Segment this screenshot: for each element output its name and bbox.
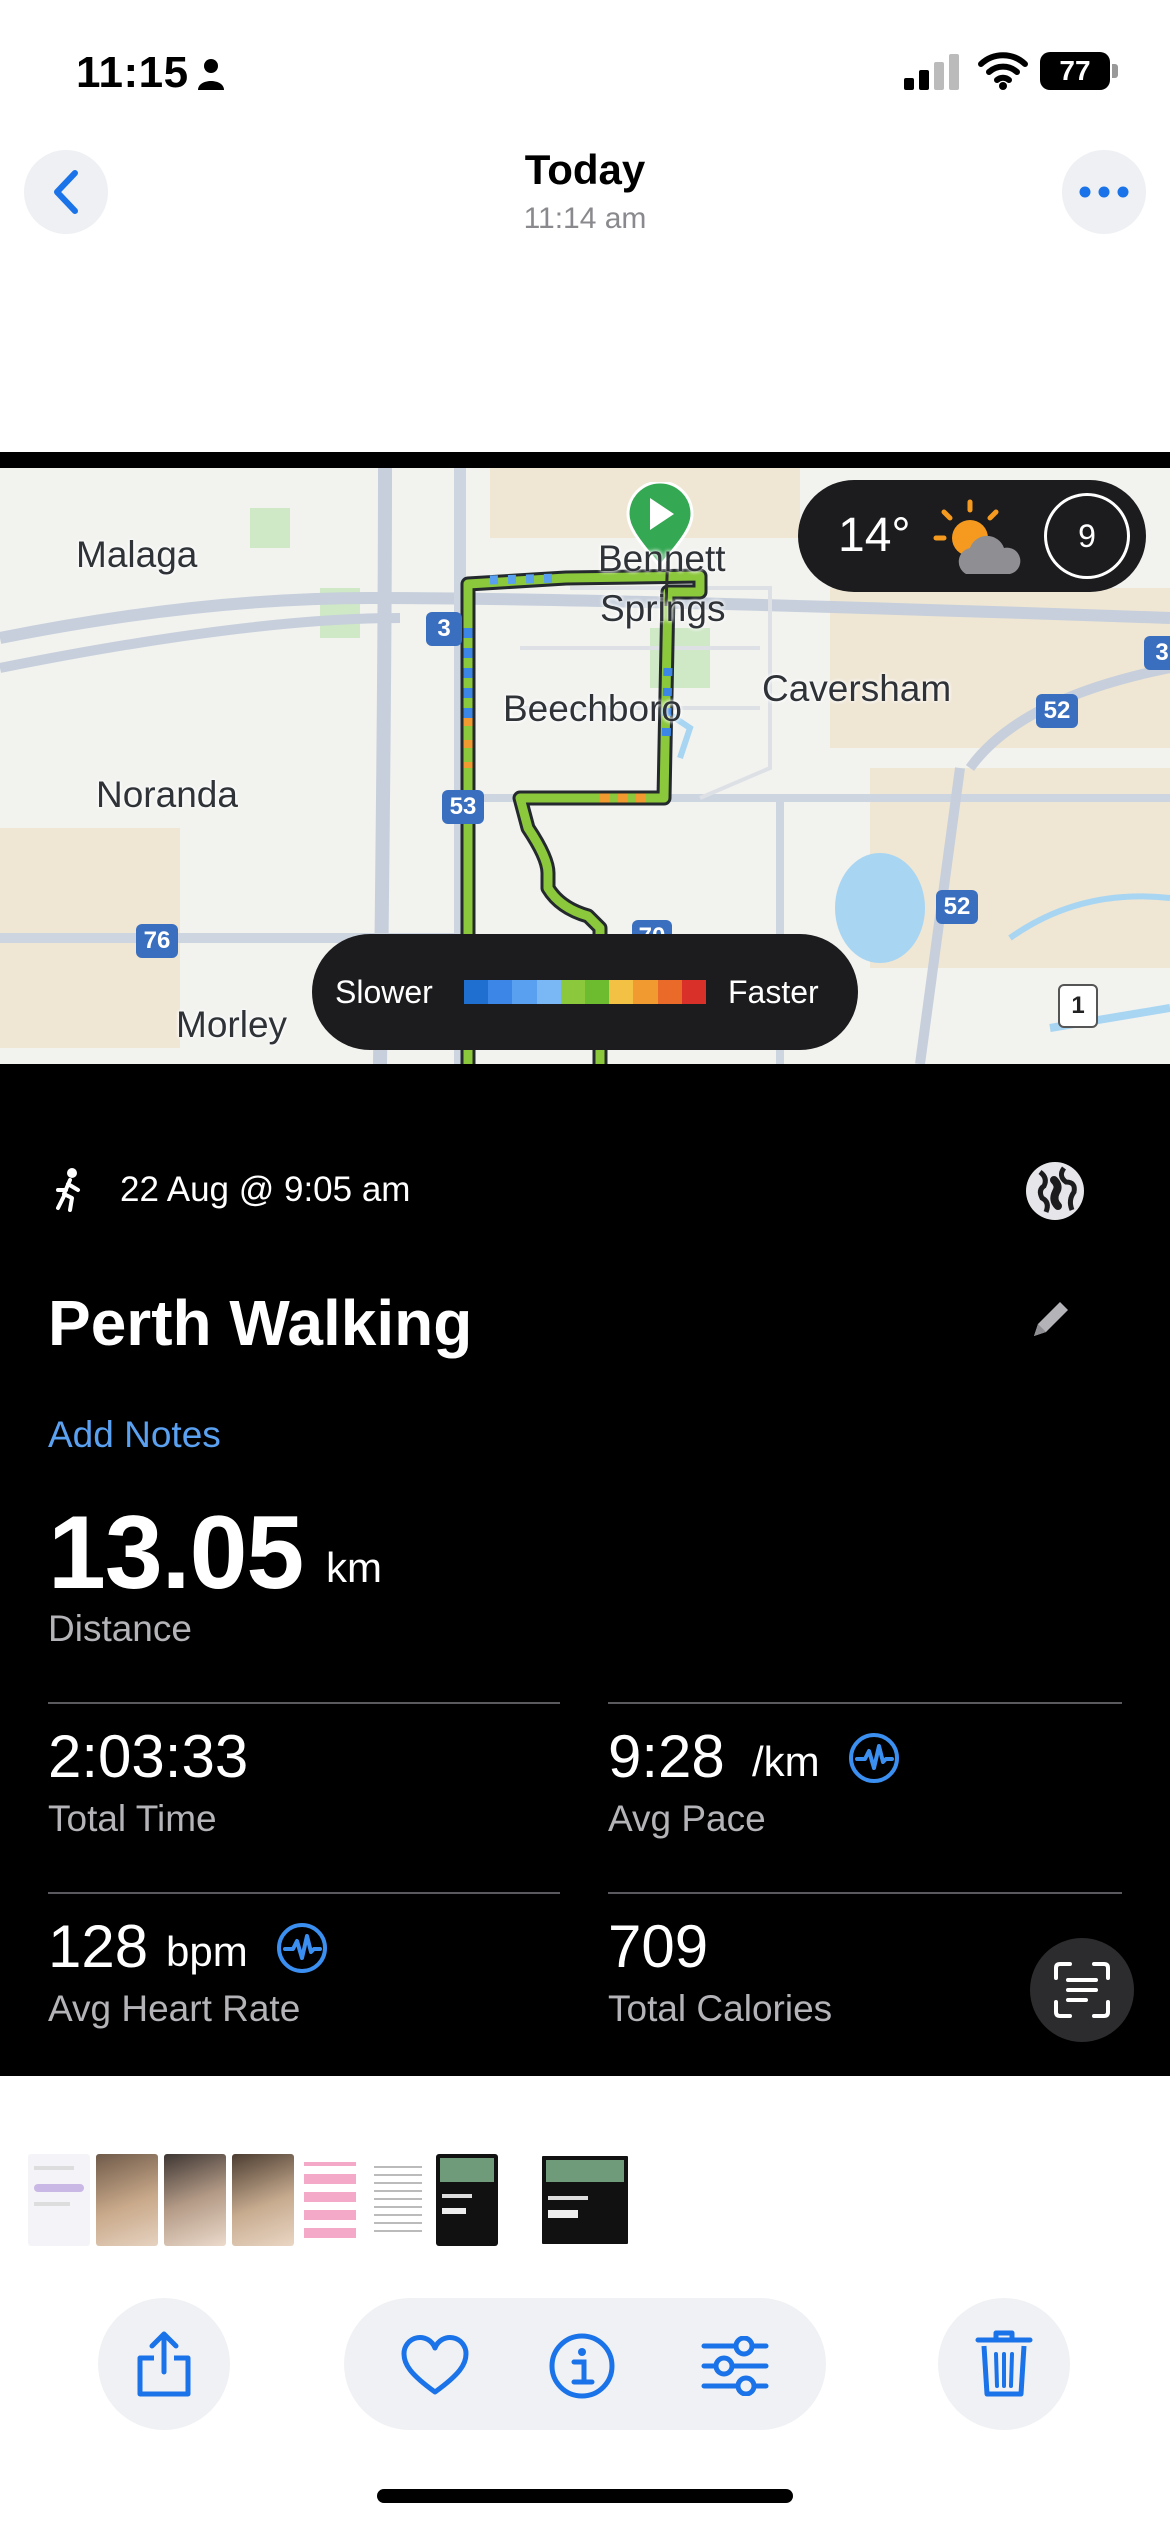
map-label-morley: Morley [176,1004,288,1045]
person-icon [198,59,224,90]
pace-color-swatch [488,980,513,1004]
divider [48,1892,560,1894]
thumbnail-dark-screenshot[interactable] [540,2154,630,2246]
pace-color-swatch [536,980,561,1004]
pace-color-swatch [560,980,586,1004]
pace-color-swatch [585,980,610,1004]
avg-hr-label: Avg Heart Rate [48,1988,301,2029]
legend-faster-label: Faster [728,974,819,1010]
activity-title: Perth Walking [48,1287,473,1359]
ellipsis-icon [1079,186,1129,198]
avg-hr-value: 128 [48,1913,149,1980]
divider [48,1702,560,1704]
thumbnail-text-document[interactable] [368,2154,430,2246]
live-text-icon [1054,1962,1110,2018]
chart-pulse-icon[interactable] [848,1732,900,1784]
thumbnail-birthday-card[interactable] [300,2154,362,2246]
nav-subtitle: 11:14 am [523,202,647,235]
map-label-springs: Springs [600,588,726,629]
thumbnail-photo[interactable] [164,2154,226,2246]
route-shield-1: 1 [1058,984,1098,1028]
divider [608,1892,1122,1894]
pencil-icon[interactable] [1030,1296,1074,1340]
battery-tip [1112,64,1118,78]
distance-value: 13.05 [48,1495,304,1611]
legend-slower-label: Slower [335,974,433,1010]
battery-indicator: 77 [1040,52,1110,90]
avg-pace-value: 9:28 [608,1723,725,1790]
chart-pulse-icon[interactable] [276,1922,328,1974]
avg-hr-unit: bpm [166,1928,248,1975]
wifi-icon [978,52,1028,90]
nav-title: Today [524,146,646,193]
calories-label: Total Calories [608,1988,833,2029]
pace-color-swatch [681,980,707,1004]
trash-icon [975,2330,1033,2397]
battery-level: 77 [1059,55,1091,86]
share-button[interactable] [98,2298,230,2430]
activity-date: 22 Aug @ 9:05 am [120,1170,411,1209]
distance-unit: km [326,1544,382,1591]
pace-color-bar [464,980,707,1004]
thumbnail-document[interactable] [28,2154,90,2246]
add-notes-link[interactable]: Add Notes [48,1414,221,1456]
thumbnail-photo[interactable] [232,2154,294,2246]
thumbnail-strip [28,2154,630,2246]
divider [608,1702,1122,1704]
route-shield-53: 53 [442,790,484,824]
avg-pace-unit: /km [752,1738,820,1785]
home-indicator [377,2489,793,2503]
thumbnail-gap [504,2154,534,2246]
heart-icon[interactable] [400,2334,470,2396]
cellular-signal-icon [904,54,959,90]
share-icon [137,2331,191,2397]
pace-color-swatch [464,980,489,1004]
pace-color-swatch [609,980,634,1004]
calories-value: 709 [608,1913,709,1980]
total-time-label: Total Time [48,1798,217,1839]
avg-pace-label: Avg Pace [608,1798,766,1839]
weather-uv-index: 9 [1044,493,1130,579]
delete-button[interactable] [938,2298,1070,2430]
map-label-malaga: Malaga [76,534,198,575]
route-shield-52a: 52 [1036,694,1078,728]
globe-icon[interactable] [1024,1160,1086,1222]
pace-color-swatch [512,980,537,1004]
route-shield-3b: 3 [1144,636,1170,670]
route-shield-3: 3 [426,612,462,646]
map-label-bennett: Bennett [598,538,726,579]
map-label-beechboro: Beechboro [503,688,682,729]
total-time-value: 2:03:33 [48,1723,249,1790]
map-label-noranda: Noranda [96,774,238,815]
more-button[interactable] [1062,150,1146,234]
adjust-icon[interactable] [700,2336,770,2396]
route-shield-52b: 52 [936,890,978,924]
route-shield-76: 76 [136,924,178,958]
live-text-button[interactable] [1030,1938,1134,2042]
distance-label: Distance [48,1608,192,1649]
walking-icon [56,1168,80,1212]
thumbnail-photo[interactable] [96,2154,158,2246]
map-label-caversham: Caversham [762,668,952,709]
info-icon[interactable] [548,2332,616,2400]
pace-color-swatch [657,980,682,1004]
weather-temperature: 14° [838,509,911,562]
status-time: 11:15 [76,48,189,97]
partly-cloudy-sun-icon [933,499,1021,574]
pace-color-swatch [633,980,658,1004]
thumbnail-dark-screenshot[interactable] [436,2154,498,2246]
